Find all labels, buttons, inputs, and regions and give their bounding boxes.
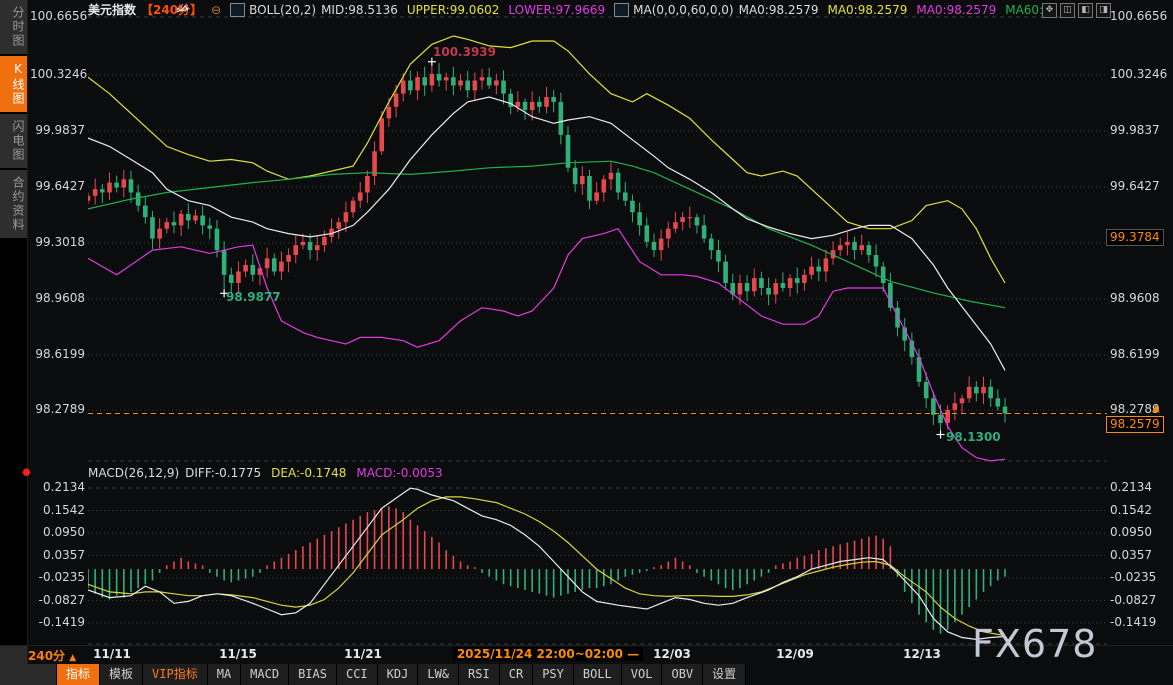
price-axis-label: 98.9608 <box>1110 291 1160 305</box>
macd-histogram <box>88 506 1006 633</box>
interval-selector[interactable]: 240分 ▲ <box>28 647 76 664</box>
price-axis-label: 0.0950 <box>30 525 85 539</box>
window-icons: ✥ ◫ ◧ ◨ <box>1042 3 1111 18</box>
sidebar-item-kline-chart[interactable]: K线图 <box>0 56 27 112</box>
chart-header: 美元指数 【240分】 ⊖ BOLL(20,2) MID:98.5136 UPP… <box>88 2 1051 17</box>
macd-diff-value: DIFF:-0.1775 <box>185 466 261 480</box>
pane-layout-1-icon[interactable]: ◫ <box>1060 3 1075 18</box>
period-label[interactable]: 【240分】 <box>141 1 202 18</box>
price-axis-label: 0.1542 <box>30 503 85 517</box>
boll-legend-icon[interactable] <box>230 3 245 17</box>
toolbar-spacer <box>27 664 56 685</box>
price-axis-label: 98.6199 <box>30 347 85 361</box>
price-axis-label: 99.9837 <box>1110 123 1160 137</box>
toolbar-tab-cci[interactable]: CCI <box>337 664 377 685</box>
boll-upper-value: UPPER:99.0602 <box>407 3 499 17</box>
instrument-title: 美元指数 <box>88 1 136 18</box>
toolbar-tab-bias[interactable]: BIAS <box>289 664 336 685</box>
toolbar-tab-settings[interactable]: 设置 <box>703 664 745 685</box>
chart-app: 分时图 K线图 闪电图 合约资料 美元指数 【240分】 ⊖ BOLL(20,2… <box>0 0 1173 685</box>
toolbar-tab-rsi[interactable]: RSI <box>459 664 499 685</box>
sidebar-item-flash-chart[interactable]: 闪电图 <box>0 114 27 168</box>
pane-layout-2-icon[interactable]: ◧ <box>1078 3 1093 18</box>
price-axis-label: 0.2134 <box>30 480 85 494</box>
price-axis-label: 100.6656 <box>1110 9 1167 23</box>
price-axis-label: 100.3246 <box>1110 67 1167 81</box>
toolbar-tab-macd[interactable]: MACD <box>241 664 288 685</box>
boll-name: BOLL(20,2) <box>249 3 316 17</box>
ma60-line <box>88 161 1005 308</box>
toolbar-tab-psy[interactable]: PSY <box>533 664 573 685</box>
dea-line <box>88 497 1005 636</box>
price-axis-label: 98.2789 <box>30 402 85 416</box>
price-axis-label: 0.0357 <box>1110 548 1152 562</box>
price-axis-label: 99.6427 <box>30 179 85 193</box>
toolbar-tab-vip-indicator[interactable]: VIP指标 <box>143 664 207 685</box>
toolbar-tab-lw[interactable]: LW& <box>418 664 458 685</box>
price-axis-label: 0.0950 <box>1110 525 1152 539</box>
price-axis-label: 98.9608 <box>30 291 85 305</box>
macd-name: MACD(26,12,9) <box>88 466 179 480</box>
toolbar-tab-kdj[interactable]: KDJ <box>378 664 418 685</box>
main-chart[interactable] <box>88 0 1107 662</box>
alert-icon[interactable]: ✹ <box>21 466 32 481</box>
low-price-annotation-1: 98.9877 <box>226 290 281 304</box>
sidebar-item-time-chart[interactable]: 分时图 <box>0 0 27 54</box>
toolbar-tab-cr[interactable]: CR <box>500 664 532 685</box>
price-axis-label: 99.9837 <box>30 123 85 137</box>
macd-header: MACD(26,12,9) DIFF:-0.1775 DEA:-0.1748 M… <box>88 466 443 480</box>
high-price-annotation: 100.3939 <box>433 45 496 59</box>
macd-dea-value: DEA:-0.1748 <box>271 466 346 480</box>
price-axis-label: 0.2134 <box>1110 480 1152 494</box>
ma0-white-value: MA0:98.2579 <box>739 3 819 17</box>
sidebar-item-contract-info[interactable]: 合约资料 <box>0 170 27 238</box>
indicator-toolbar: 指标模板VIP指标MAMACDBIASCCIKDJLW&RSICRPSYBOLL… <box>27 664 746 685</box>
collapse-icon[interactable]: ⊖ <box>211 3 221 17</box>
macd-value: MACD:-0.0053 <box>356 466 442 480</box>
price-axis-label: -0.0235 <box>1110 570 1156 584</box>
price-axis-label: 0.1542 <box>1110 503 1152 517</box>
boll-mid-value: MID:98.5136 <box>321 3 398 17</box>
low-price-annotation-2: 98.1300 <box>946 430 1001 444</box>
price-axis-label: -0.0235 <box>30 570 85 584</box>
upper-band-badge: 99.3784 <box>1106 229 1164 246</box>
pan-icon[interactable]: ✥ <box>1042 3 1057 18</box>
pane-layout-3-icon[interactable]: ◨ <box>1096 3 1111 18</box>
last-price-badge: 98.2579 <box>1106 416 1164 433</box>
ma0-yellow-value: MA0:98.2579 <box>827 3 907 17</box>
toolbar-tab-indicator[interactable]: 指标 <box>57 664 99 685</box>
left-price-axis: 100.6656 100.3246 99.9837 99.6427 99.3018 98.… <box>30 0 85 662</box>
right-price-axis: 100.6656 100.3246 99.9837 99.6427 98.9608 98.… <box>1110 0 1172 662</box>
price-axis-label: 98.6199 <box>1110 347 1160 361</box>
price-axis-label: -0.0827 <box>1110 593 1156 607</box>
interval-arrow-icon: ▲ <box>69 653 76 663</box>
price-axis-label: -0.1419 <box>30 615 85 629</box>
watermark: FX678 <box>972 622 1097 666</box>
price-axis-label: 100.6656 <box>30 9 85 23</box>
ma-legend-icon[interactable] <box>614 3 629 17</box>
price-axis-label: -0.0827 <box>30 593 85 607</box>
boll-lower-value: LOWER:97.9669 <box>508 3 605 17</box>
extreme-marker <box>937 431 945 439</box>
price-axis-label: 99.3018 <box>30 235 85 249</box>
toolbar-tab-boll[interactable]: BOLL <box>574 664 621 685</box>
price-axis-label: 99.6427 <box>1110 179 1160 193</box>
price-up-arrow-icon: ▲ <box>1152 403 1160 414</box>
ma-name: MA(0,0,0,60,0,0) <box>633 3 733 17</box>
price-axis-label: 0.0357 <box>30 548 85 562</box>
boll-mid-line <box>88 97 1005 370</box>
price-axis-label: 100.3246 <box>30 67 85 81</box>
ma0-magenta-value: MA0:98.2579 <box>916 3 996 17</box>
toolbar-tab-template[interactable]: 模板 <box>100 664 142 685</box>
toolbar-tab-vol[interactable]: VOL <box>622 664 662 685</box>
candles-layer <box>88 62 1007 435</box>
sidebar: 分时图 K线图 闪电图 合约资料 <box>0 0 28 685</box>
toolbar-tab-ma[interactable]: MA <box>208 664 240 685</box>
diff-line <box>88 488 1005 639</box>
toolbar-tab-obv[interactable]: OBV <box>662 664 702 685</box>
price-axis-label: -0.1419 <box>1110 615 1156 629</box>
